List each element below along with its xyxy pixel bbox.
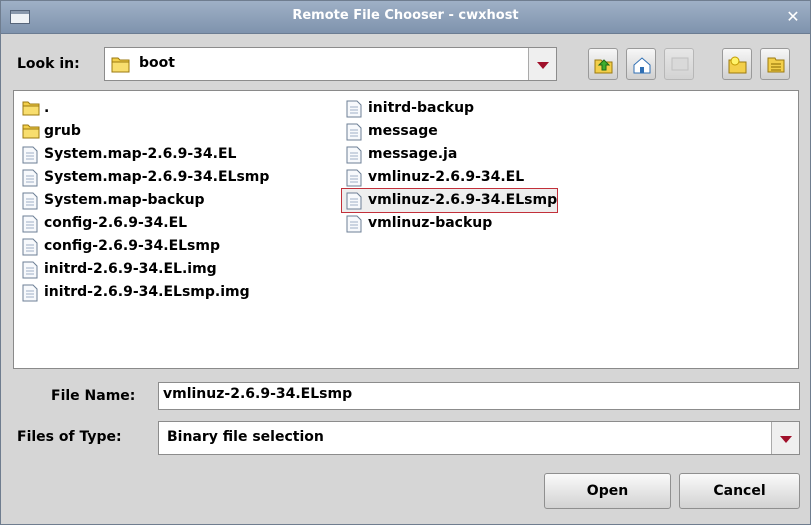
look-in-label: Look in: — [17, 56, 80, 72]
file-list-item[interactable]: message.ja — [342, 143, 557, 166]
details-view-icon — [767, 57, 785, 73]
file-list-item-label: vmlinuz-backup — [368, 215, 493, 231]
files-of-type-dropdown-arrow-icon[interactable] — [771, 422, 799, 454]
files-of-type-value: Binary file selection — [167, 429, 324, 445]
desktop-button[interactable] — [664, 48, 694, 80]
file-chooser-dialog: Remote File Chooser - cwxhost ✕ Look in:… — [0, 0, 811, 525]
file-list-item[interactable]: vmlinuz-backup — [342, 212, 557, 235]
file-list-item-label: vmlinuz-2.6.9-34.EL — [368, 169, 525, 185]
file-list-item-label: grub — [44, 123, 81, 139]
open-button[interactable]: Open — [544, 473, 671, 509]
file-list-item[interactable]: grub — [18, 120, 269, 143]
file-list-item-label: message.ja — [368, 146, 458, 162]
home-icon — [633, 57, 651, 74]
home-button[interactable] — [626, 48, 656, 80]
file-list-item[interactable]: vmlinuz-2.6.9-34.ELsmp — [340, 188, 559, 213]
file-list-item[interactable]: vmlinuz-2.6.9-34.EL — [342, 166, 557, 189]
file-list-item-label: initrd-backup — [368, 100, 475, 116]
files-of-type-combo[interactable]: Binary file selection — [158, 421, 800, 455]
cancel-button[interactable]: Cancel — [679, 473, 800, 509]
look-in-value: boot — [139, 55, 175, 71]
file-list-item-label: System.map-backup — [44, 192, 205, 208]
close-icon[interactable]: ✕ — [782, 6, 804, 28]
file-name-input[interactable]: vmlinuz-2.6.9-34.ELsmp — [158, 382, 800, 410]
file-list-item-label: . — [44, 100, 50, 116]
file-list-item[interactable]: initrd-backup — [342, 97, 557, 120]
file-list-item[interactable]: System.map-2.6.9-34.ELsmp — [18, 166, 269, 189]
file-list-item-label: message — [368, 123, 438, 139]
file-list[interactable]: . grub System.map-2.6.9-34.EL System.map-2.… — [13, 90, 799, 369]
file-icon — [22, 284, 38, 310]
folder-icon — [111, 55, 131, 77]
title-bar[interactable]: Remote File Chooser - cwxhost ✕ — [1, 1, 810, 34]
file-name-label: File Name: — [51, 388, 136, 404]
look-in-dropdown-arrow-icon[interactable] — [528, 48, 556, 80]
desktop-icon — [671, 57, 689, 71]
file-list-item[interactable]: initrd-2.6.9-34.ELsmp.img — [18, 281, 269, 304]
file-list-item-label: System.map-2.6.9-34.EL — [44, 146, 237, 162]
file-list-item[interactable]: message — [342, 120, 557, 143]
folder-up-icon — [594, 59, 613, 74]
file-icon — [346, 215, 362, 241]
new-folder-button[interactable] — [722, 48, 752, 80]
look-in-combo[interactable]: boot — [104, 47, 557, 81]
file-list-column-2: initrd-backup message message.ja vmlinuz-2.… — [340, 97, 559, 235]
details-view-button[interactable] — [760, 48, 790, 80]
window-title: Remote File Chooser - cwxhost — [292, 8, 519, 23]
file-list-item[interactable]: initrd-2.6.9-34.EL.img — [18, 258, 269, 281]
files-of-type-label: Files of Type: — [17, 429, 122, 445]
file-list-item-label: initrd-2.6.9-34.ELsmp.img — [44, 284, 250, 300]
file-list-item-label: config-2.6.9-34.EL — [44, 215, 188, 231]
file-list-item[interactable]: System.map-2.6.9-34.EL — [18, 143, 269, 166]
file-list-item[interactable]: System.map-backup — [18, 189, 269, 212]
file-list-item-label: vmlinuz-2.6.9-34.ELsmp — [368, 192, 558, 208]
file-list-column-1: . grub System.map-2.6.9-34.EL System.map-2.… — [18, 97, 269, 304]
up-one-level-button[interactable] — [588, 48, 618, 80]
file-list-item[interactable]: config-2.6.9-34.EL — [18, 212, 269, 235]
file-list-item-label: config-2.6.9-34.ELsmp — [44, 238, 220, 254]
file-list-item-label: System.map-2.6.9-34.ELsmp — [44, 169, 270, 185]
file-list-item-label: initrd-2.6.9-34.EL.img — [44, 261, 217, 277]
file-list-item[interactable]: . — [18, 97, 269, 120]
file-list-item[interactable]: config-2.6.9-34.ELsmp — [18, 235, 269, 258]
new-folder-icon — [728, 56, 747, 74]
